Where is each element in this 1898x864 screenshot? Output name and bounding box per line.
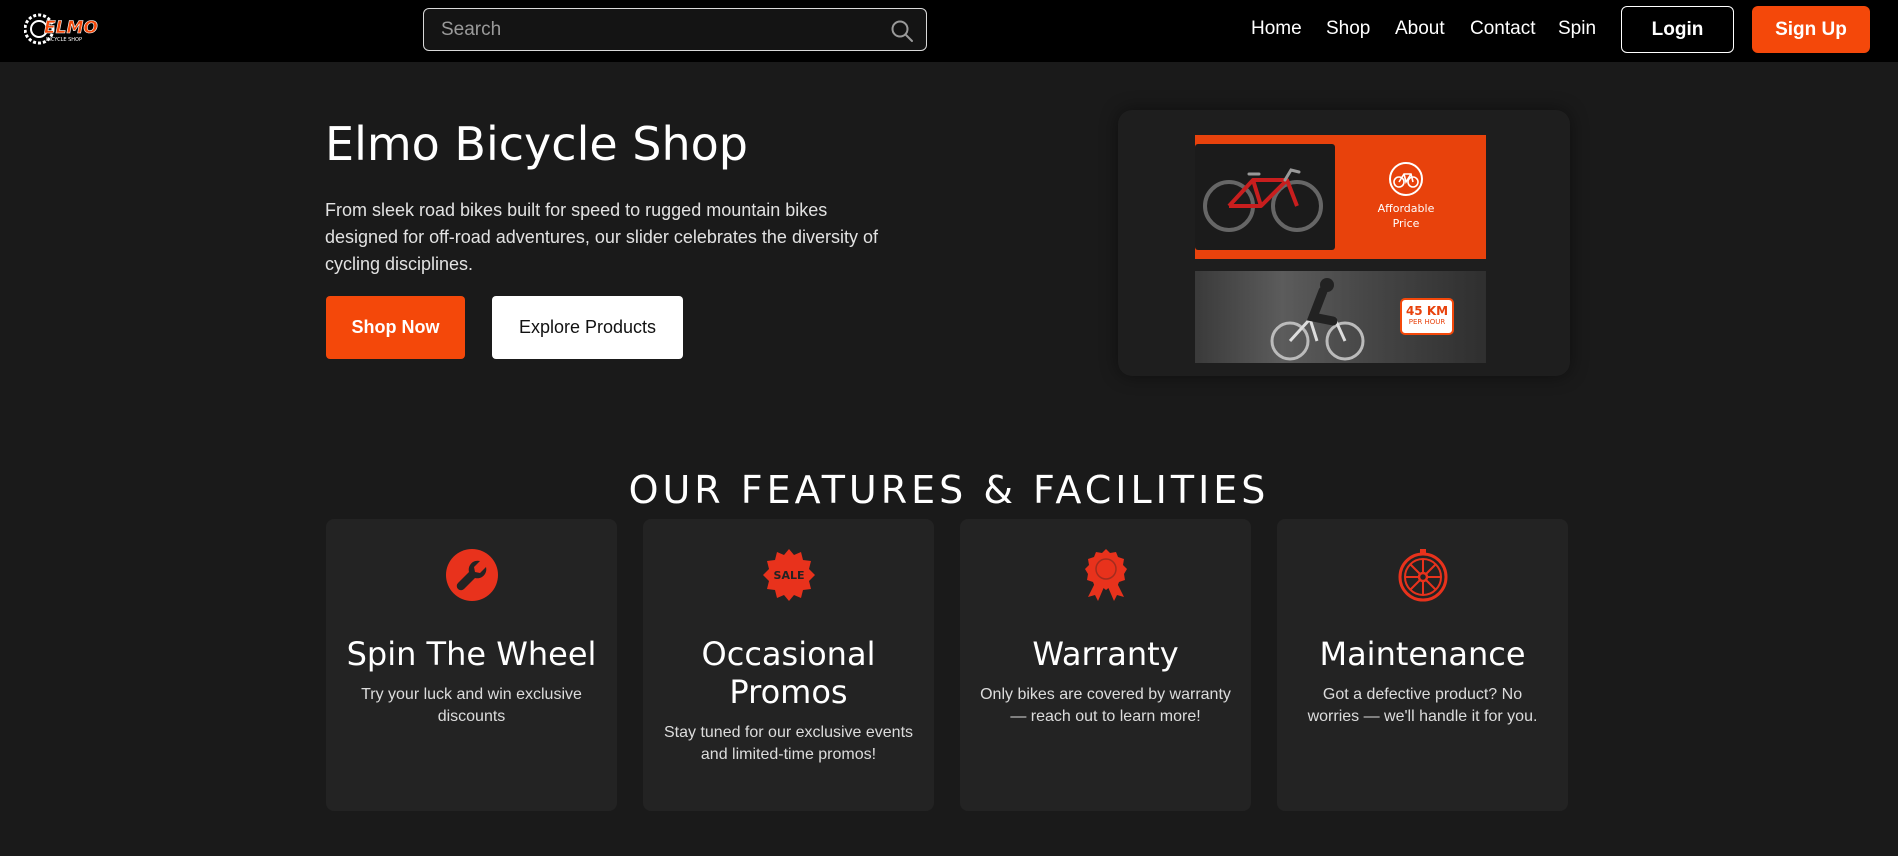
svg-text:SALE: SALE <box>774 569 805 582</box>
card-description: Got a defective product? No worries — we… <box>1307 686 1538 725</box>
hero-description: From sleek road bikes built for speed to… <box>325 200 878 274</box>
svg-text:BICYCLE SHOP: BICYCLE SHOP <box>46 37 82 43</box>
wheel-icon <box>1398 549 1448 602</box>
search-input[interactable] <box>424 9 926 50</box>
card-title: Maintenance <box>1319 635 1526 673</box>
shop-now-button[interactable]: Shop Now <box>326 296 465 359</box>
award-ribbon-icon <box>1085 549 1127 601</box>
feature-card-maintenance[interactable]: Maintenance Got a defective product? No … <box>1277 519 1568 811</box>
card-title: Occasional Promos <box>701 635 876 711</box>
nav-home[interactable]: Home <box>1251 18 1302 40</box>
bike-price-icon <box>1389 162 1423 196</box>
card-title: Warranty <box>1032 635 1179 673</box>
login-button[interactable]: Login <box>1621 6 1734 53</box>
nav-contact[interactable]: Contact <box>1470 18 1535 40</box>
features-heading: OUR FEATURES & FACILITIES <box>628 468 1270 512</box>
search-box[interactable] <box>423 8 927 51</box>
hero-title: Elmo Bicycle Shop <box>325 117 748 171</box>
page-bottom-edge <box>0 856 1898 864</box>
card-description: Only bikes are covered by warranty — rea… <box>980 686 1231 725</box>
nav-about[interactable]: About <box>1395 18 1445 40</box>
top-navbar: ELMO BICYCLE SHOP Home Shop About Contac… <box>0 0 1898 62</box>
search-icon[interactable] <box>890 19 914 43</box>
sale-badge-icon: SALE <box>763 549 815 601</box>
road-bike-image <box>1195 144 1335 250</box>
elmo-logo[interactable]: ELMO BICYCLE SHOP <box>23 8 98 50</box>
nav-shop[interactable]: Shop <box>1326 18 1370 40</box>
feature-card-spin[interactable]: Spin The Wheel Try your luck and win exc… <box>326 519 617 811</box>
nav-spin[interactable]: Spin <box>1558 18 1596 40</box>
affordable-price-label: Affordable Price <box>1377 202 1435 230</box>
card-description: Stay tuned for our exclusive events and … <box>663 724 914 763</box>
speed-badge: 45 KM PER HOUR <box>1400 298 1454 335</box>
explore-products-button[interactable]: Explore Products <box>492 296 683 359</box>
svg-text:ELMO: ELMO <box>44 18 98 38</box>
card-title: Spin The Wheel <box>346 635 597 673</box>
wrench-icon <box>446 549 498 601</box>
feature-card-promos[interactable]: SALE Occasional Promos Stay tuned for ou… <box>643 519 934 811</box>
card-description: Try your luck and win exclusive discount… <box>361 686 582 725</box>
signup-button[interactable]: Sign Up <box>1752 6 1870 53</box>
feature-card-warranty[interactable]: Warranty Only bikes are covered by warra… <box>960 519 1251 811</box>
